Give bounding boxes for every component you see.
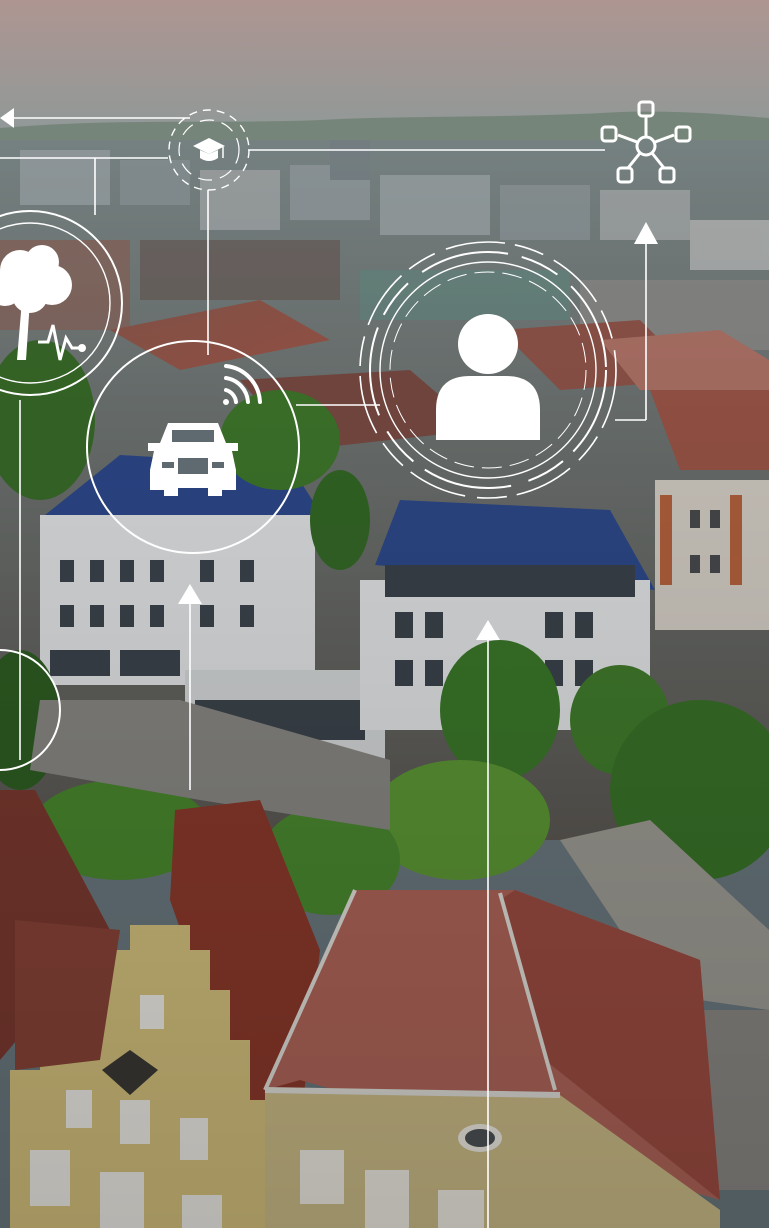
smart-city-scene	[0, 0, 769, 1228]
scene-svg	[0, 0, 769, 1228]
vignette	[0, 0, 769, 1228]
